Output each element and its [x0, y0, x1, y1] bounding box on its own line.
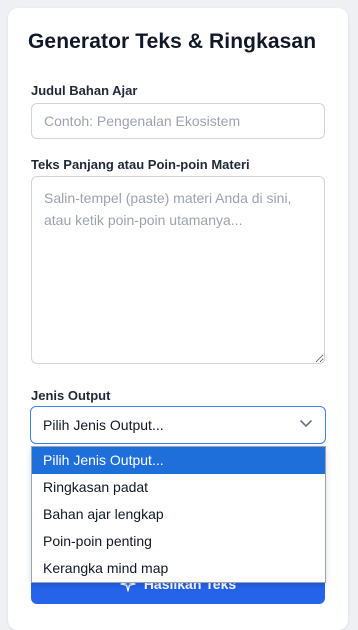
teks-textarea[interactable] — [31, 176, 325, 364]
teks-label: Teks Panjang atau Poin-poin Materi — [31, 157, 250, 172]
output-select[interactable]: Pilih Jenis Output... — [30, 406, 326, 444]
judul-label: Judul Bahan Ajar — [31, 83, 138, 98]
chevron-down-icon — [300, 420, 312, 427]
judul-input[interactable] — [31, 103, 325, 139]
dropdown-option[interactable]: Ringkasan padat — [32, 474, 325, 501]
dropdown-option[interactable]: Pilih Jenis Output... — [32, 447, 325, 474]
dropdown-option[interactable]: Kerangka mind map — [32, 555, 325, 582]
output-dropdown-list[interactable]: Pilih Jenis Output... Ringkasan padat Ba… — [31, 446, 326, 583]
output-select-value: Pilih Jenis Output... — [43, 417, 164, 433]
dropdown-option[interactable]: Poin-poin penting — [32, 528, 325, 555]
page-title: Generator Teks & Ringkasan — [28, 30, 317, 53]
output-label: Jenis Output — [31, 388, 111, 403]
dropdown-option[interactable]: Bahan ajar lengkap — [32, 501, 325, 528]
